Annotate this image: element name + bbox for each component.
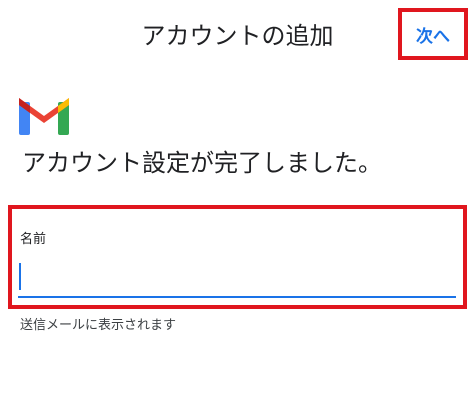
next-button[interactable]: 次へ bbox=[398, 8, 468, 60]
name-field-helper-text: 送信メールに表示されます bbox=[20, 318, 177, 333]
gmail-icon bbox=[16, 94, 72, 136]
name-field-label: 名前 bbox=[20, 232, 47, 247]
name-input-underline bbox=[18, 296, 456, 298]
completion-heading: アカウント設定が完了しました。 bbox=[22, 149, 382, 177]
text-caret bbox=[19, 263, 21, 290]
name-input[interactable] bbox=[18, 260, 454, 294]
